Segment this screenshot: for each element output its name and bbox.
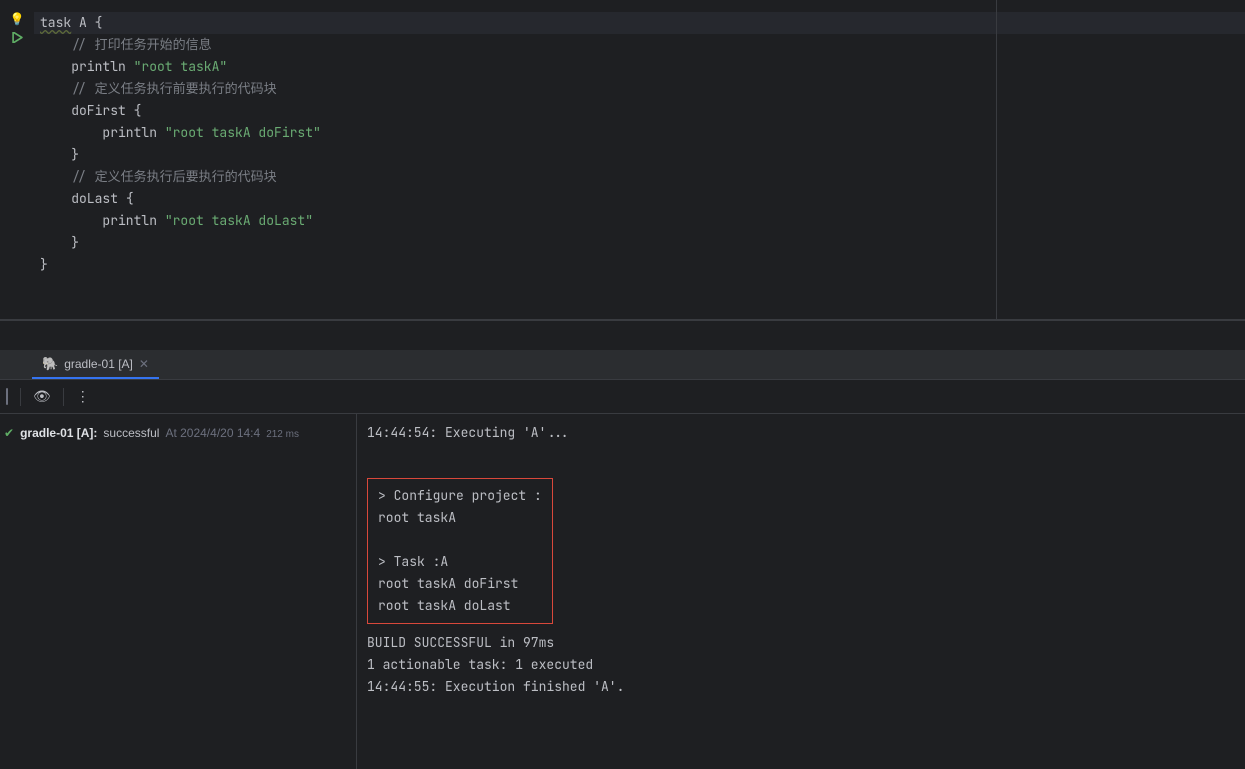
run-toolbar: 👁 ⋮: [0, 380, 1245, 414]
check-icon: ✔: [4, 426, 14, 440]
console-output[interactable]: 14:44:54: Executing 'A'... > Configure p…: [357, 414, 1245, 769]
run-status-panel: ✔ gradle-01 [A]: successful At 2024/4/20…: [0, 414, 357, 769]
run-gutter-icon[interactable]: [12, 32, 23, 43]
close-icon[interactable]: ✕: [139, 357, 149, 371]
run-tabbar: 🐘 gradle-01 [A] ✕: [0, 350, 1245, 380]
stop-button[interactable]: [6, 389, 8, 404]
code-editor[interactable]: task A { // 打印任务开始的信息 println "root task…: [34, 0, 1245, 319]
code-keyword: task: [40, 14, 71, 31]
panel-gap: [0, 320, 1245, 350]
console-line: BUILD SUCCESSFUL in 97ms: [367, 634, 554, 651]
separator: [63, 388, 64, 406]
editor-region: 💡 task A { // 打印任务开始的信息 println "root ta…: [0, 0, 1245, 320]
status-result: successful: [103, 426, 159, 440]
show-icon[interactable]: 👁: [33, 388, 51, 405]
run-status-row[interactable]: ✔ gradle-01 [A]: successful At 2024/4/20…: [4, 426, 348, 440]
right-margin-line: [996, 0, 997, 319]
highlighted-output: > Configure project : root taskA > Task …: [367, 478, 553, 624]
run-tab[interactable]: 🐘 gradle-01 [A] ✕: [32, 350, 159, 379]
status-duration: 212 ms: [266, 429, 299, 440]
status-name: gradle-01 [A]:: [20, 426, 97, 440]
separator: [20, 388, 21, 406]
stop-icon: [6, 388, 8, 405]
run-tab-label: gradle-01 [A]: [64, 357, 133, 371]
console-line: 14:44:54: Executing 'A'...: [367, 424, 570, 441]
more-icon[interactable]: ⋮: [76, 388, 90, 405]
lightbulb-icon[interactable]: 💡: [10, 12, 25, 26]
gradle-icon: 🐘: [42, 356, 58, 372]
editor-gutter: 💡: [0, 0, 34, 319]
status-time: At 2024/4/20 14:4: [165, 426, 260, 440]
code-comment: // 打印任务开始的信息: [71, 36, 211, 53]
output-region: ✔ gradle-01 [A]: successful At 2024/4/20…: [0, 414, 1245, 769]
console-line: 1 actionable task: 1 executed: [367, 656, 593, 673]
console-line: 14:44:55: Execution finished 'A'.: [367, 678, 624, 695]
